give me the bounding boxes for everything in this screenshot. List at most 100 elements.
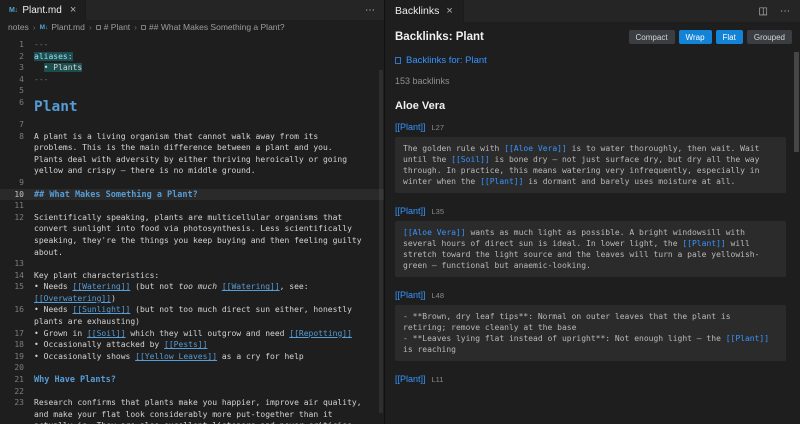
editor-line[interactable]: 19• Occasionally shows [[Yellow Leaves]]… bbox=[0, 351, 384, 363]
line-number bbox=[0, 420, 24, 424]
editor-line-content: • Occasionally shows [[Yellow Leaves]] a… bbox=[24, 351, 304, 363]
editor-line[interactable]: 21Why Have Plants? bbox=[0, 374, 384, 386]
line-number: 11 bbox=[0, 200, 24, 212]
backlink-ref-link[interactable]: [[Plant]]L35 bbox=[395, 206, 786, 216]
editor-line[interactable]: 22 bbox=[0, 386, 384, 398]
editor-line[interactable]: and make your flat look considerably mor… bbox=[0, 409, 384, 421]
wikilink[interactable]: [[Aloe Vera]] bbox=[504, 144, 567, 153]
editor-line-content: --- bbox=[24, 74, 48, 86]
line-number-badge: L27 bbox=[432, 123, 445, 132]
editor-line[interactable]: 4--- bbox=[0, 74, 384, 86]
editor-line[interactable]: 11 bbox=[0, 200, 384, 212]
breadcrumb-item[interactable]: M↓Plant.md bbox=[40, 22, 85, 32]
breadcrumb-label: notes bbox=[8, 22, 29, 32]
wikilink[interactable]: [[Overwatering]] bbox=[34, 294, 111, 303]
editor-line[interactable]: 5 bbox=[0, 85, 384, 97]
editor-line-content: • Occasionally attacked by [[Pests]] bbox=[24, 339, 207, 351]
line-number: 1 bbox=[0, 39, 24, 51]
backlinks-root-link[interactable]: Backlinks for: Plant bbox=[395, 55, 786, 66]
wikilink[interactable]: [[Plant]] bbox=[395, 290, 426, 300]
panel-tab-close-icon[interactable]: × bbox=[446, 5, 452, 17]
editor-line[interactable]: 18• Occasionally attacked by [[Pests]] bbox=[0, 339, 384, 351]
backlink-ref-link[interactable]: [[Plant]] L27 bbox=[395, 122, 786, 132]
wikilink[interactable]: [[Watering]] bbox=[222, 282, 280, 291]
view-button-flat[interactable]: Flat bbox=[716, 30, 743, 44]
editor-line[interactable]: problems. This is the main difference be… bbox=[0, 142, 384, 154]
editor-line-content: yellow and crispy — there is no middle g… bbox=[24, 165, 256, 177]
view-button-wrap[interactable]: Wrap bbox=[679, 30, 712, 44]
editor-line[interactable]: 2aliases: bbox=[0, 51, 384, 63]
wikilink[interactable]: [[Plant]] bbox=[480, 177, 523, 186]
editor-line[interactable]: [[Overwatering]]) bbox=[0, 293, 384, 305]
backlinks-root-label: Backlinks for: Plant bbox=[406, 55, 487, 66]
tab-plant-md[interactable]: M↓ Plant.md × bbox=[0, 0, 86, 20]
wikilink[interactable]: [[Repotting]] bbox=[289, 329, 352, 338]
wikilink[interactable]: [[Watering]] bbox=[73, 282, 131, 291]
code-text: --- bbox=[34, 75, 48, 84]
editor-line[interactable]: 23Research confirms that plants make you… bbox=[0, 397, 384, 409]
editor-line[interactable]: 16• Needs [[Sunlight]] (but not too much… bbox=[0, 304, 384, 316]
editor-line[interactable]: 8A plant is a living organism that canno… bbox=[0, 131, 384, 143]
wikilink[interactable]: [[Sunlight]] bbox=[73, 305, 131, 314]
wikilink[interactable]: [[Plant]] bbox=[395, 206, 426, 216]
editor-line[interactable]: 12Scientifically speaking, plants are mu… bbox=[0, 212, 384, 224]
panel-scrollbar[interactable] bbox=[794, 52, 799, 152]
backlink-ref-link[interactable]: [[Plant]]L11 bbox=[395, 374, 786, 384]
wikilink[interactable]: [[Plant]] bbox=[395, 122, 426, 132]
breadcrumb-item[interactable]: ## What Makes Something a Plant? bbox=[141, 22, 285, 32]
editor-line[interactable]: actually is. They are also excellent lis… bbox=[0, 420, 384, 424]
backlink-quote[interactable]: [[Aloe Vera]] wants as much light as pos… bbox=[395, 221, 786, 277]
tab-close-icon[interactable]: × bbox=[70, 4, 76, 16]
editor-line[interactable]: 17• Grown in [[Soil]] which they will ou… bbox=[0, 328, 384, 340]
symbol-icon bbox=[96, 25, 101, 30]
editor-line[interactable]: about. bbox=[0, 247, 384, 259]
editor-line[interactable]: convert sunlight into food via photosynt… bbox=[0, 223, 384, 235]
editor-line[interactable]: 14Key plant characteristics: bbox=[0, 270, 384, 282]
editor-line[interactable]: 1--- bbox=[0, 39, 384, 51]
editor-line[interactable]: plants are exhausting) bbox=[0, 316, 384, 328]
wikilink[interactable]: [[Soil]] bbox=[87, 329, 126, 338]
view-button-grouped[interactable]: Grouped bbox=[747, 30, 792, 44]
line-number bbox=[0, 409, 24, 421]
view-button-compact[interactable]: Compact bbox=[629, 30, 675, 44]
editor-line[interactable]: 7 bbox=[0, 119, 384, 131]
editor-line[interactable]: Plants deal with adversity by either thr… bbox=[0, 154, 384, 166]
more-actions-icon[interactable]: ⋯ bbox=[780, 6, 790, 17]
backlink-quote[interactable]: The golden rule with [[Aloe Vera]] is to… bbox=[395, 137, 786, 193]
wikilink[interactable]: [[Plant]] bbox=[395, 374, 426, 384]
wikilink[interactable]: [[Aloe Vera]] bbox=[403, 228, 466, 237]
tab-backlinks[interactable]: Backlinks × bbox=[385, 0, 464, 22]
editor-line-content: ## What Makes Something a Plant? bbox=[24, 189, 198, 201]
backlink-quote[interactable]: - **Brown, dry leaf tips**: Normal on ou… bbox=[395, 305, 786, 361]
wikilink[interactable]: [[Yellow Leaves]] bbox=[135, 352, 217, 361]
wikilink[interactable]: [[Plant]] bbox=[682, 239, 725, 248]
editor-line[interactable]: 10## What Makes Something a Plant? bbox=[0, 189, 384, 201]
backlinks-list: Aloe Vera[[Plant]]L27The golden rule wit… bbox=[395, 100, 786, 384]
breadcrumb-item[interactable]: # Plant bbox=[96, 22, 130, 32]
code-text: • Grown in bbox=[34, 329, 87, 338]
editor-line[interactable]: 20 bbox=[0, 362, 384, 374]
line-number: 2 bbox=[0, 51, 24, 63]
code-text: Scientifically speaking, plants are mult… bbox=[34, 213, 342, 222]
wikilink[interactable]: [[Soil]] bbox=[451, 155, 490, 164]
editor-scrollbar[interactable] bbox=[379, 70, 383, 413]
editor-line[interactable]: 15• Needs [[Watering]] (but not too much… bbox=[0, 281, 384, 293]
editor-line[interactable]: yellow and crispy — there is no middle g… bbox=[0, 165, 384, 177]
editor-line[interactable]: 13 bbox=[0, 258, 384, 270]
editor-line-content bbox=[24, 258, 34, 270]
editor-line-content: actually is. They are also excellent lis… bbox=[24, 420, 352, 424]
code-text: Why Have Plants? bbox=[34, 375, 116, 385]
panel-window-actions: ◫ ⋯ bbox=[749, 0, 800, 22]
editor-line[interactable]: 9 bbox=[0, 177, 384, 189]
breadcrumb-item[interactable]: notes bbox=[8, 22, 29, 32]
editor-line[interactable]: 6Plant bbox=[0, 97, 384, 119]
breadcrumb-label: Plant.md bbox=[51, 22, 85, 32]
editor-more-actions-icon[interactable]: ⋯ bbox=[356, 5, 384, 16]
text-editor[interactable]: 1---2aliases:3 • Plants4---56Plant78A pl… bbox=[0, 34, 384, 424]
backlink-ref-link[interactable]: [[Plant]]L48 bbox=[395, 290, 786, 300]
editor-line[interactable]: 3 • Plants bbox=[0, 62, 384, 74]
editor-line[interactable]: speaking, they're the things you keep bu… bbox=[0, 235, 384, 247]
wikilink[interactable]: [[Pests]] bbox=[164, 340, 207, 349]
split-editor-icon[interactable]: ◫ bbox=[759, 6, 768, 17]
wikilink[interactable]: [[Plant]] bbox=[726, 334, 769, 343]
